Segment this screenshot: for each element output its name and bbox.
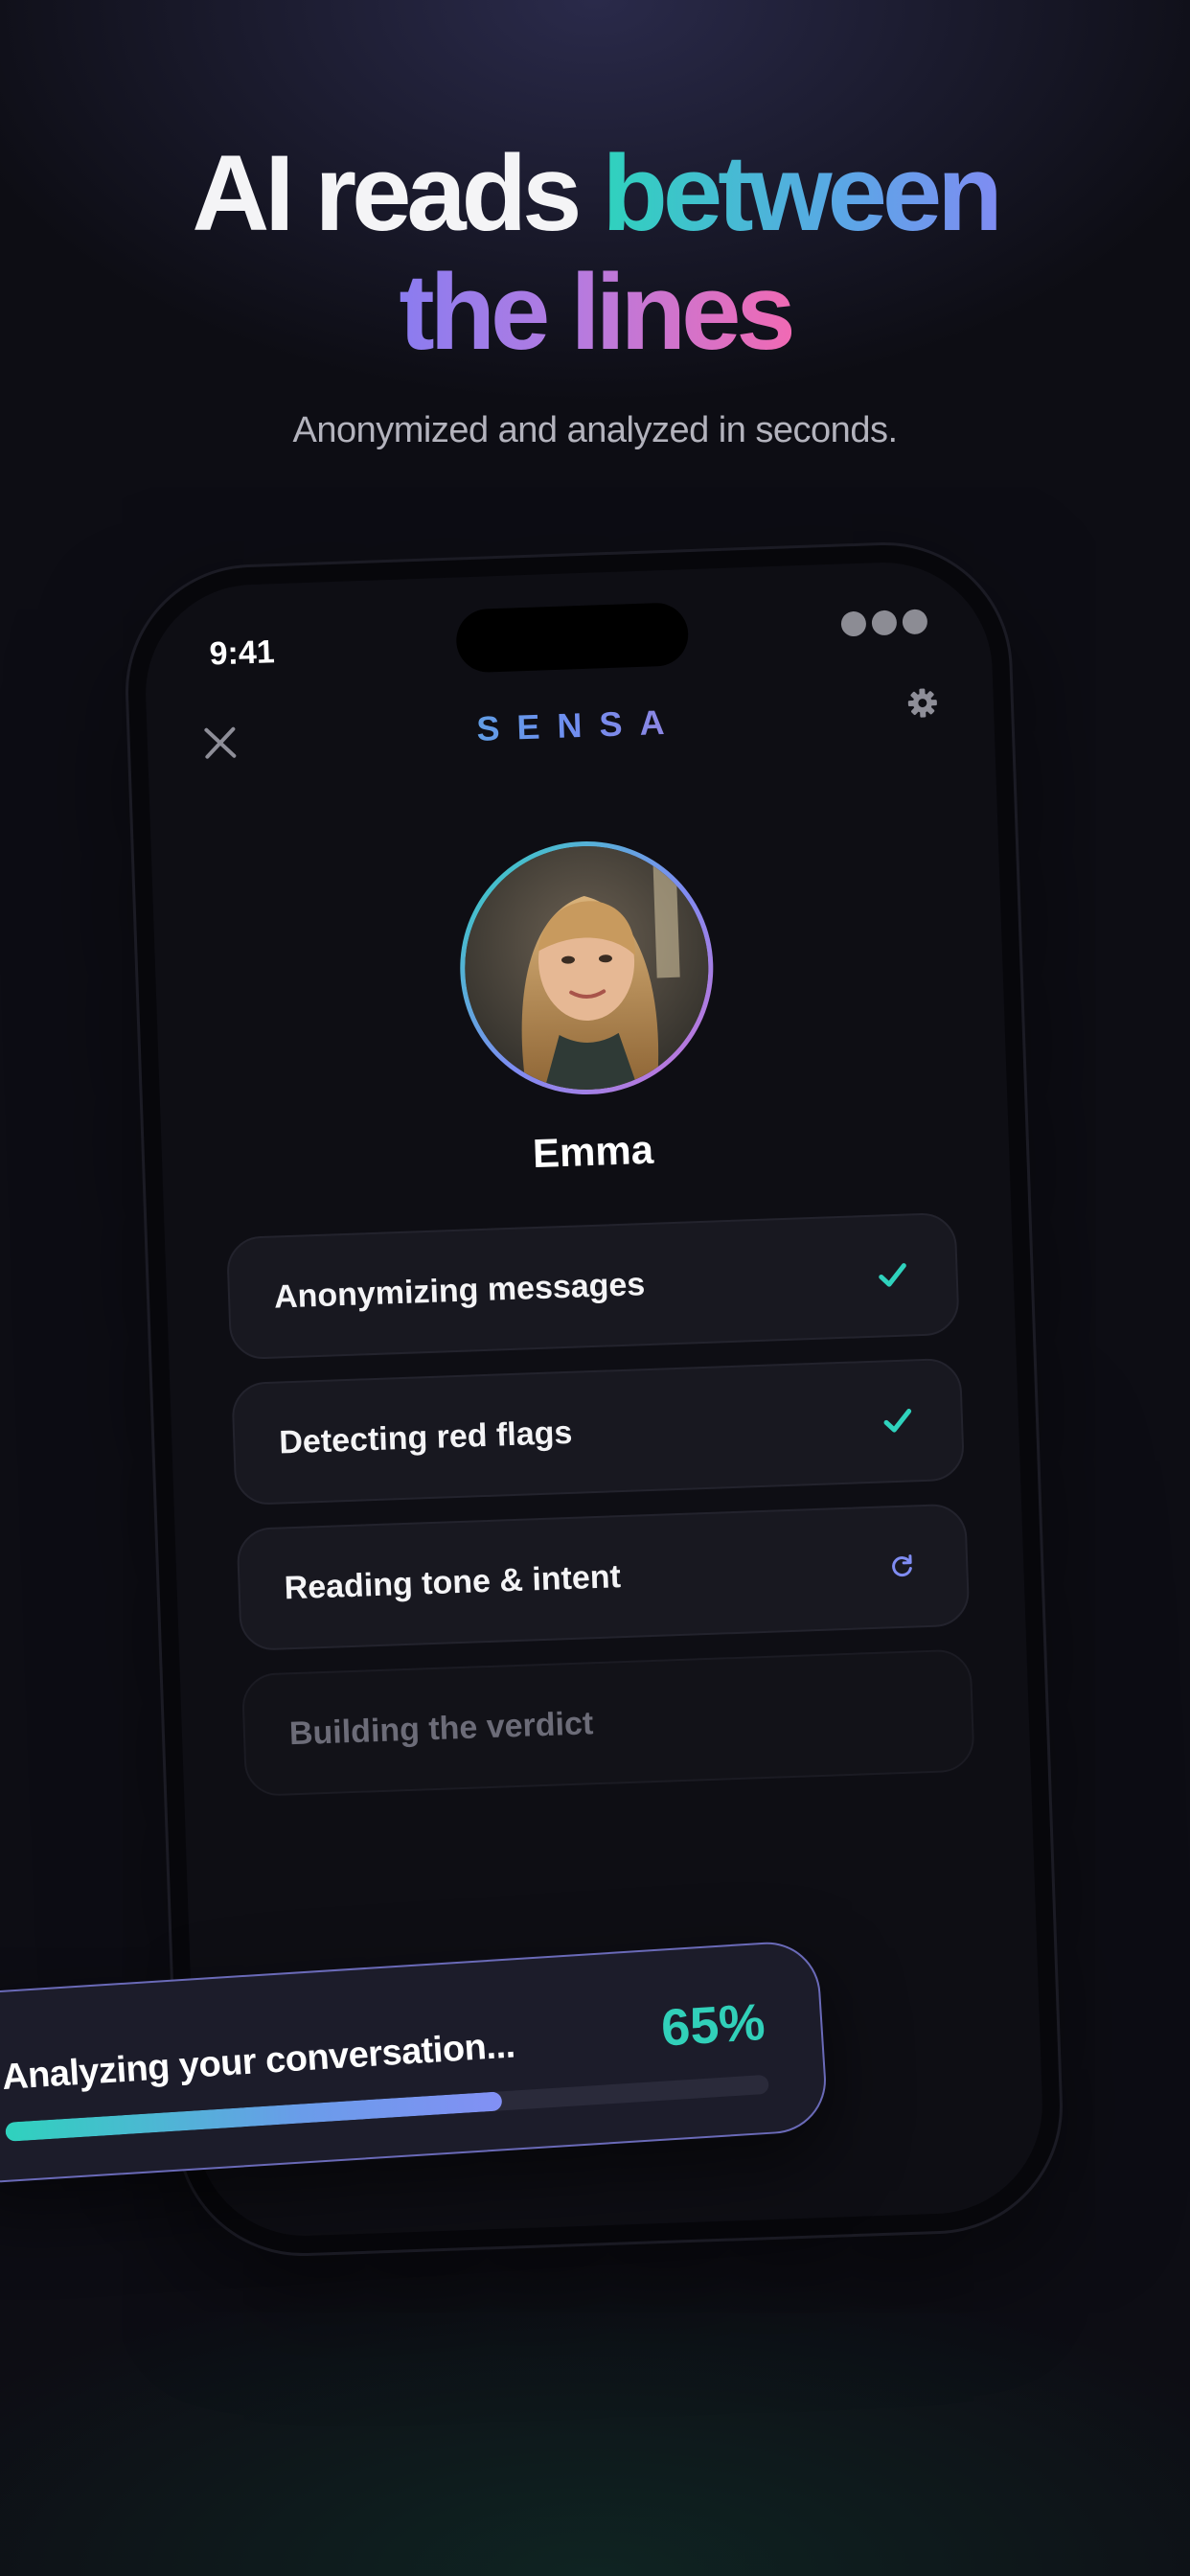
step-verdict: Building the verdict: [240, 1648, 975, 1797]
check-icon: [873, 1255, 912, 1295]
headline-part-3: the lines: [399, 252, 795, 372]
status-dot: [871, 610, 898, 636]
avatar-ring: [455, 837, 718, 1099]
brand-logo: SENSA: [147, 691, 995, 761]
refresh-icon: [883, 1547, 923, 1586]
step-tone: Reading tone & intent: [236, 1503, 971, 1652]
step-label: Building the verdict: [288, 1704, 594, 1752]
headline: AI reads between the lines: [0, 134, 1190, 372]
status-dot: [840, 610, 867, 637]
gear-icon: [907, 688, 937, 718]
step-label: Anonymizing messages: [273, 1265, 646, 1316]
progress-fill: [5, 2091, 503, 2142]
check-icon: [878, 1401, 917, 1440]
subtitle: Anonymized and analyzed in seconds.: [292, 410, 898, 450]
avatar-photo: [460, 841, 713, 1094]
avatar: [460, 841, 713, 1094]
step-label: Reading tone & intent: [284, 1557, 622, 1606]
status-dot: [902, 609, 928, 635]
dynamic-island: [455, 602, 690, 674]
progress-percent: 65%: [659, 1992, 767, 2058]
step-red-flags: Detecting red flags: [231, 1357, 966, 1506]
hero: AI reads between the lines Anonymized an…: [0, 134, 1190, 451]
status-time: 9:41: [208, 633, 276, 673]
status-indicators: [840, 609, 928, 637]
profile-name: Emma: [532, 1126, 654, 1177]
step-label: Detecting red flags: [278, 1414, 573, 1460]
headline-part-2: between: [602, 133, 1003, 253]
headline-part-1: AI reads: [192, 133, 603, 253]
settings-button[interactable]: [904, 685, 940, 721]
step-anonymizing: Anonymizing messages: [225, 1211, 960, 1361]
analysis-steps: Anonymizing messages Detecting red flags…: [225, 1211, 976, 1820]
progress-label: Analyzing your conversation...: [0, 2025, 516, 2098]
